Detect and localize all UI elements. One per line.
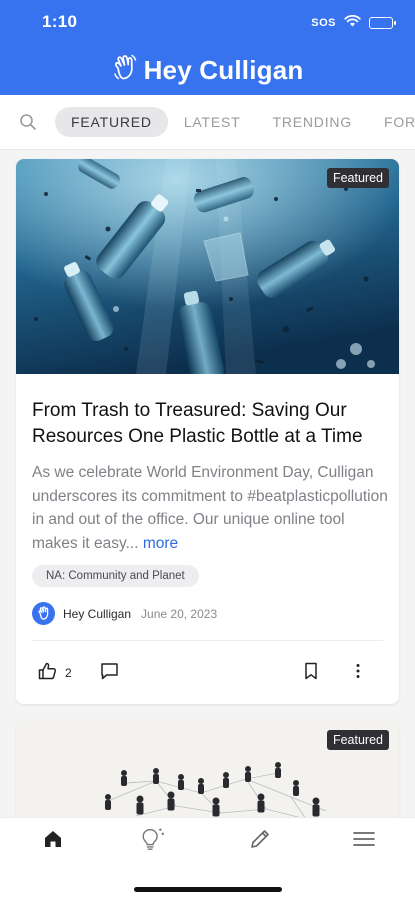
app-header: 1:10 SOS Hey Culligan — [0, 0, 415, 95]
more-options-icon[interactable] — [354, 662, 362, 685]
wifi-icon — [344, 14, 361, 32]
pencil-icon[interactable] — [247, 826, 273, 852]
tab-latest[interactable]: LATEST — [168, 107, 257, 137]
post-date: June 20, 2023 — [141, 606, 218, 621]
author-row: Hey Culligan June 20, 2023 — [32, 602, 217, 625]
home-indicator — [134, 887, 282, 892]
tab-trending[interactable]: TRENDING — [256, 107, 368, 137]
featured-badge: Featured — [326, 730, 389, 750]
menu-icon[interactable] — [351, 826, 377, 852]
battery-icon — [369, 17, 396, 29]
waving-hand-icon — [112, 54, 138, 87]
comment-icon[interactable] — [100, 662, 119, 685]
lightbulb-icon[interactable] — [139, 826, 165, 852]
tab-featured[interactable]: FEATURED — [55, 107, 168, 137]
bookmark-icon[interactable] — [304, 662, 318, 685]
category-tag[interactable]: NA: Community and Planet — [32, 565, 199, 587]
sos-indicator: SOS — [311, 17, 336, 29]
post-card[interactable]: Featured — [16, 721, 399, 831]
post-title[interactable]: From Trash to Treasured: Saving Our Reso… — [32, 398, 392, 450]
category-tabs: FEATURED LATEST TRENDING FOR YOU — [0, 95, 415, 150]
featured-badge: Featured — [326, 168, 389, 188]
more-link[interactable]: more — [139, 535, 178, 552]
status-bar: 1:10 SOS — [0, 0, 415, 46]
status-time: 1:10 — [42, 12, 78, 31]
like-button[interactable]: 2 — [38, 662, 72, 683]
avatar[interactable] — [32, 602, 55, 625]
brand: Hey Culligan — [0, 50, 415, 90]
thumbs-up-icon — [38, 662, 57, 683]
search-icon[interactable] — [17, 111, 39, 133]
tab-for-you[interactable]: FOR YOU — [368, 107, 415, 137]
post-excerpt-text: As we celebrate World Environment Day, C… — [32, 464, 388, 552]
post-image-plastic-bottles[interactable]: Featured — [16, 159, 399, 374]
app-title: Hey Culligan — [143, 54, 304, 85]
divider — [32, 640, 383, 641]
author-name[interactable]: Hey Culligan — [63, 607, 131, 621]
like-count: 2 — [65, 665, 72, 680]
home-icon[interactable] — [40, 826, 66, 852]
post-actions: 2 — [16, 655, 399, 689]
post-card[interactable]: Featured From Trash to Treasured: Saving… — [16, 159, 399, 704]
status-indicators: SOS — [311, 14, 396, 32]
post-excerpt: As we celebrate World Environment Day, C… — [32, 461, 392, 555]
